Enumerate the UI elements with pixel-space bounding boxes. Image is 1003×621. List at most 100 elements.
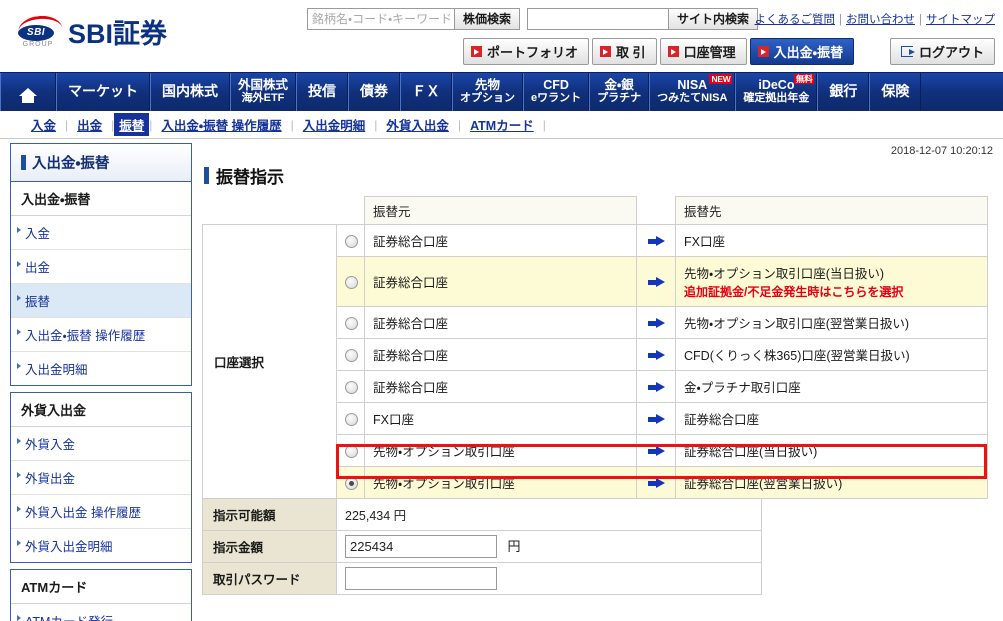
nav-market[interactable]: マーケット bbox=[56, 73, 150, 111]
row-radio-cell[interactable] bbox=[336, 338, 365, 371]
nav-ideco-label: iDeCo bbox=[758, 78, 795, 93]
nav-nisa[interactable]: NEW NISA つみたてNISA bbox=[649, 73, 736, 111]
logout-button[interactable]: ログアウト bbox=[889, 38, 995, 65]
tab-account-management[interactable]: 口座管理 bbox=[659, 38, 747, 65]
sidebar-item-transfer[interactable]: 振替 bbox=[11, 284, 191, 318]
row-radio-cell[interactable] bbox=[336, 434, 365, 467]
transfer-radio-5[interactable] bbox=[345, 412, 358, 426]
nav-domestic-stocks[interactable]: 国内株式 bbox=[150, 73, 230, 111]
row-radio-cell[interactable] bbox=[336, 402, 365, 435]
title-tick-icon bbox=[21, 155, 26, 170]
subnav-withdraw[interactable]: 出金 bbox=[68, 115, 111, 134]
transfer-radio-2[interactable] bbox=[345, 316, 358, 330]
nav-futures-options[interactable]: 先物 オプション bbox=[452, 73, 524, 111]
transfer-radio-7[interactable] bbox=[345, 476, 358, 490]
transfer-radio-3[interactable] bbox=[345, 348, 358, 362]
row-radio-cell[interactable] bbox=[336, 466, 365, 499]
amount-input[interactable] bbox=[345, 535, 497, 558]
transfer-radio-1[interactable] bbox=[345, 275, 358, 289]
row-dest-7: 証券総合口座(翌営業日扱い) bbox=[675, 466, 988, 499]
ideco-free-badge: 無料 bbox=[794, 74, 815, 84]
page-title: 振替指示 bbox=[202, 161, 997, 196]
subnav-fx-deposit[interactable]: 外貨入出金 bbox=[377, 115, 458, 134]
row-source-2: 証券総合口座 bbox=[364, 306, 637, 339]
tab-trade[interactable]: 取 引 bbox=[592, 38, 657, 65]
subnav-statement[interactable]: 入出金明細 bbox=[294, 115, 375, 134]
faq-link[interactable]: よくあるご質問 bbox=[755, 14, 836, 26]
nav-fx[interactable]: ＦＸ bbox=[400, 73, 453, 111]
sidebar-item-foreign-statement[interactable]: 外貨入出金明細 bbox=[11, 529, 191, 562]
password-value-cell bbox=[336, 562, 762, 595]
sidebar-item-statement[interactable]: 入出金明細 bbox=[11, 352, 191, 385]
subnav-history[interactable]: 入出金・振替 操作履歴 bbox=[152, 115, 290, 134]
nav-bonds-label: 債券 bbox=[360, 83, 389, 100]
row-radio-cell[interactable] bbox=[336, 224, 365, 257]
trade-password-input[interactable] bbox=[345, 567, 497, 590]
contact-link[interactable]: お問い合わせ bbox=[846, 14, 915, 26]
sbi-logo-mark: SBI GROUP bbox=[12, 14, 64, 54]
sidebar-item-foreign-withdraw[interactable]: 外貨出金 bbox=[11, 461, 191, 495]
row-source-5: FX口座 bbox=[364, 402, 637, 435]
amount-value-cell: 円 bbox=[336, 530, 762, 563]
quote-search-button[interactable]: 株価検索 bbox=[455, 8, 521, 30]
nav-ideco[interactable]: 無料 iDeCo 確定拠出年金 bbox=[735, 73, 818, 111]
subnav-atm-card[interactable]: ATMカード bbox=[461, 115, 543, 134]
global-nav: マーケット 国内株式 外国株式 海外ETF 投信 債券 ＦＸ 先物 オプション … bbox=[0, 72, 1003, 111]
home-icon bbox=[19, 88, 37, 103]
sidebar-item-history[interactable]: 入出金・振替 操作履歴 bbox=[11, 318, 191, 352]
page-root: SBI GROUP SBI証券 株価検索 サイト内検索 よくあるご質問|お問い合… bbox=[0, 0, 1003, 621]
sidebar-item-foreign-history[interactable]: 外貨入出金 操作履歴 bbox=[11, 495, 191, 529]
sidebar-item-foreign-deposit[interactable]: 外貨入金 bbox=[11, 427, 191, 461]
site-search-input[interactable] bbox=[527, 8, 669, 30]
nav-investment-trust[interactable]: 投信 bbox=[296, 73, 349, 111]
row-arrow-cell bbox=[636, 370, 676, 403]
nav-gold-silver[interactable]: 金・銀 プラチナ bbox=[589, 73, 650, 111]
sidebar-item-withdraw[interactable]: 出金 bbox=[11, 250, 191, 284]
nav-home[interactable] bbox=[0, 73, 56, 111]
sidebar-heading-atm: ATMカード bbox=[11, 570, 191, 604]
nav-cfd-label: CFD bbox=[543, 78, 569, 93]
sitemap-link[interactable]: サイトマップ bbox=[926, 14, 995, 26]
nav-insurance[interactable]: 保険 bbox=[869, 73, 922, 111]
table-row[interactable]: 口座選択 証券総合口座 FX口座 bbox=[202, 224, 988, 499]
nav-cfd[interactable]: CFD eワラント bbox=[523, 73, 590, 111]
arrow-right-icon bbox=[647, 235, 665, 247]
row-dest-2: 先物・オプション取引口座(翌営業日扱い) bbox=[675, 306, 988, 339]
arrow-right-icon bbox=[647, 349, 665, 361]
transfer-table-header-row: 振替元 振替先 bbox=[202, 196, 988, 225]
sidebar-item-atm-issue[interactable]: ATMカード発行 bbox=[11, 604, 191, 621]
nav-bank[interactable]: 銀行 bbox=[817, 73, 870, 111]
transfer-radio-6[interactable] bbox=[345, 444, 358, 458]
available-amount-value: 225,434 円 bbox=[336, 498, 762, 531]
nav-nisa-label: NISA bbox=[677, 78, 708, 93]
header-source: 振替元 bbox=[364, 196, 637, 225]
row-dest-1: 先物・オプション取引口座(当日扱い) bbox=[684, 267, 885, 281]
transfer-radio-4[interactable] bbox=[345, 380, 358, 394]
subnav-deposit[interactable]: 入金 bbox=[22, 115, 65, 134]
site-search-button[interactable]: サイト内検索 bbox=[669, 8, 759, 30]
tab-arrow-icon bbox=[600, 46, 612, 57]
transfer-radio-0[interactable] bbox=[345, 234, 358, 248]
tab-deposit-transfer-label: 入出金・振替 bbox=[773, 45, 844, 60]
account-select-label-cell: 口座選択 bbox=[202, 224, 337, 499]
nav-ideco-sub: 確定拠出年金 bbox=[743, 91, 810, 104]
quote-search-input[interactable] bbox=[307, 8, 455, 30]
row-radio-cell[interactable] bbox=[336, 306, 365, 339]
row-source-1: 証券総合口座 bbox=[364, 256, 637, 307]
nav-futures-options-label: 先物 bbox=[475, 78, 501, 93]
tab-portfolio[interactable]: ポートフォリオ bbox=[463, 38, 590, 65]
nav-bonds[interactable]: 債券 bbox=[348, 73, 401, 111]
row-radio-cell[interactable] bbox=[336, 256, 365, 307]
transfer-form-table: 指示可能額 225,434 円 指示金額 円 取引パスワード bbox=[202, 498, 762, 595]
sidebar-item-deposit[interactable]: 入金 bbox=[11, 216, 191, 250]
tab-deposit-transfer[interactable]: 入出金・振替 bbox=[749, 38, 855, 65]
arrow-right-icon bbox=[647, 317, 665, 329]
nav-cfd-sub: eワラント bbox=[531, 91, 582, 104]
nav-foreign-stocks[interactable]: 外国株式 海外ETF bbox=[230, 73, 297, 111]
sidebar: 入出金・振替 入出金・振替 入金 出金 振替 入出金・振替 操作履歴 入出金明細… bbox=[10, 143, 192, 621]
sbi-logo[interactable]: SBI GROUP SBI証券 bbox=[12, 14, 167, 54]
available-amount-label: 指示可能額 bbox=[202, 498, 337, 531]
subnav-transfer[interactable]: 振替 bbox=[114, 113, 150, 136]
arrow-right-icon bbox=[647, 381, 665, 393]
row-radio-cell[interactable] bbox=[336, 370, 365, 403]
